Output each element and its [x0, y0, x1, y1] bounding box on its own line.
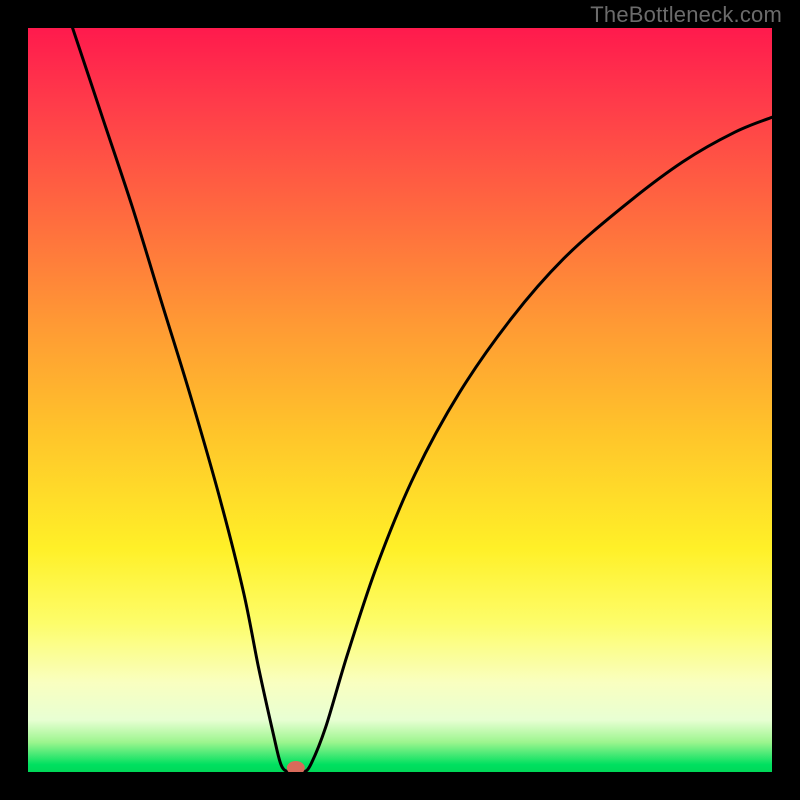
- watermark-text: TheBottleneck.com: [590, 2, 782, 28]
- sweet-spot-marker: [287, 761, 305, 772]
- plot-area: [28, 28, 772, 772]
- bottleneck-curve: [73, 28, 772, 772]
- curve-svg: [28, 28, 772, 772]
- chart-frame: TheBottleneck.com: [0, 0, 800, 800]
